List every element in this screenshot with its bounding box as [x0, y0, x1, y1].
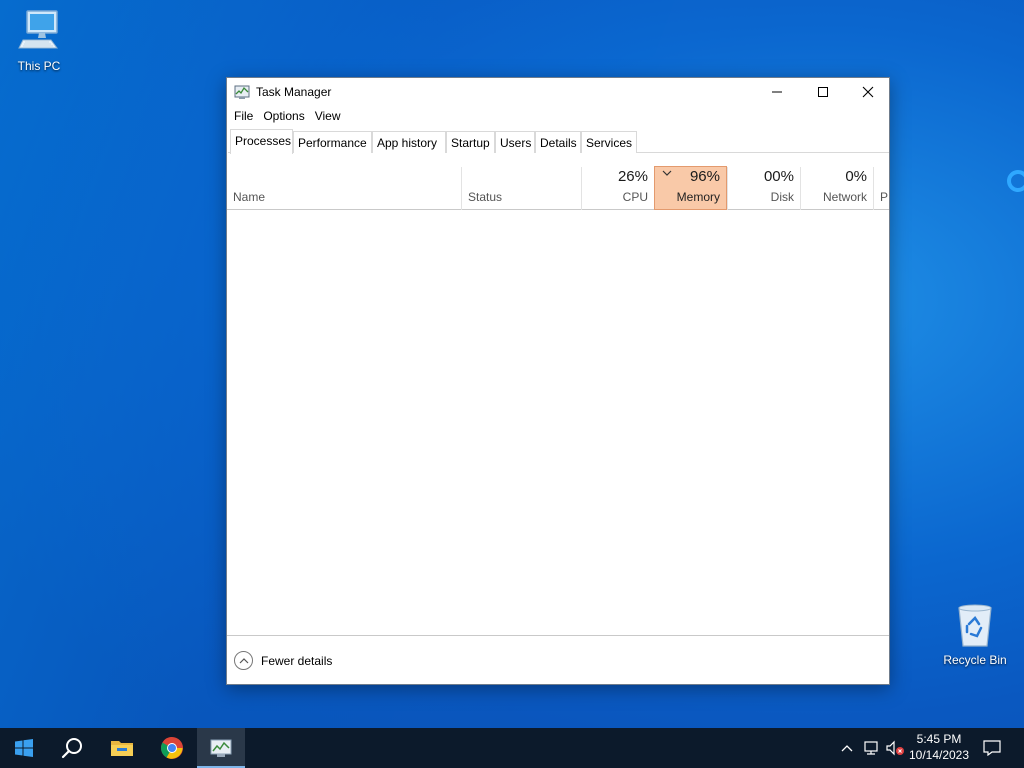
clock-date: 10/14/2023 [908, 748, 970, 762]
sort-chevron-icon [662, 170, 672, 176]
tab-processes[interactable]: Processes [230, 129, 293, 154]
menu-options[interactable]: Options [259, 106, 308, 128]
column-cpu[interactable]: 26% CPU [581, 167, 654, 210]
clock-time: 5:45 PM [916, 732, 962, 746]
power-label: P [880, 190, 889, 204]
maximize-button[interactable] [800, 78, 846, 106]
recycle-bin-icon [958, 604, 992, 647]
chrome-button[interactable] [148, 728, 196, 768]
tab-startup[interactable]: Startup [446, 131, 495, 153]
memory-percent: 96% [689, 168, 720, 185]
chrome-icon [161, 737, 183, 759]
file-explorer-button[interactable] [98, 728, 146, 768]
chevron-up-icon [841, 745, 853, 752]
column-disk[interactable]: 00% Disk [727, 167, 800, 210]
tab-performance[interactable]: Performance [293, 131, 372, 153]
tab-details[interactable]: Details [535, 131, 581, 153]
disk-label: Disk [770, 190, 794, 204]
computer-icon [18, 10, 58, 49]
cpu-percent: 26% [617, 168, 648, 185]
memory-label: Memory [676, 190, 720, 204]
task-manager-icon [210, 739, 232, 757]
disk-percent: 00% [763, 168, 794, 185]
column-name-label: Name [233, 190, 266, 204]
minimize-icon [772, 91, 782, 93]
network-percent: 0% [845, 168, 867, 185]
column-memory[interactable]: 96% Memory [654, 166, 727, 210]
fewer-details-button[interactable]: Fewer details [234, 651, 332, 670]
start-button[interactable] [0, 728, 48, 768]
network-label: Network [822, 190, 867, 204]
column-name[interactable]: Name [227, 167, 461, 210]
network-tray-button[interactable] [860, 728, 882, 768]
process-list[interactable] [227, 211, 889, 635]
tab-services[interactable]: Services [581, 131, 637, 153]
process-column-header: Name Status 26% CPU 96% Memory 00% Disk … [227, 153, 889, 210]
desktop-icon-this-pc[interactable]: This PC [0, 8, 79, 73]
column-power[interactable]: P [873, 167, 889, 210]
desktop-icon-label: Recycle Bin [943, 653, 1007, 667]
footer: Fewer details [227, 635, 889, 684]
notification-icon [983, 740, 1001, 756]
desktop-icon-label: This PC [17, 59, 61, 73]
fewer-details-label: Fewer details [261, 653, 333, 668]
tab-app-history[interactable]: App history [372, 131, 446, 153]
tab-users[interactable]: Users [495, 131, 535, 153]
chevron-up-icon [234, 651, 253, 670]
volume-muted-icon [886, 740, 904, 756]
volume-tray-button[interactable] [884, 728, 906, 768]
start-icon [15, 739, 33, 757]
title-bar[interactable]: Task Manager [227, 78, 889, 106]
search-icon [61, 738, 82, 759]
show-hidden-icons-button[interactable] [838, 728, 856, 768]
notifications-button[interactable] [978, 728, 1006, 768]
menu-bar: File Options View [227, 106, 889, 128]
task-manager-taskbar-button[interactable] [197, 728, 245, 768]
maximize-icon [818, 87, 828, 97]
menu-view[interactable]: View [311, 106, 345, 128]
window-title: Task Manager [256, 85, 332, 99]
menu-file[interactable]: File [230, 106, 257, 128]
minimize-button[interactable] [754, 78, 800, 106]
desktop-icon-recycle-bin[interactable]: Recycle Bin [935, 602, 1015, 667]
ring-icon [1007, 170, 1024, 192]
task-manager-app-icon [234, 85, 250, 99]
cpu-label: CPU [622, 190, 648, 204]
close-button[interactable] [845, 78, 891, 106]
file-explorer-icon [111, 741, 133, 756]
search-button[interactable] [48, 728, 96, 768]
column-status[interactable]: Status [461, 167, 581, 210]
tab-strip: Processes Performance App history Startu… [228, 129, 889, 154]
column-status-label: Status [468, 190, 503, 204]
network-icon [864, 741, 878, 755]
taskbar: 5:45 PM 10/14/2023 [0, 728, 1024, 768]
clock[interactable]: 5:45 PM 10/14/2023 [905, 731, 973, 763]
task-manager-window: Task Manager File Options View Processes… [226, 77, 890, 685]
close-icon [862, 86, 874, 98]
column-network[interactable]: 0% Network [800, 167, 873, 210]
